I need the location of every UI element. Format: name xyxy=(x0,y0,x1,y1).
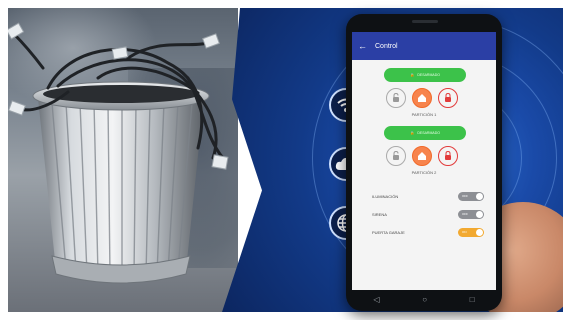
back-triangle-icon[interactable]: ◁ xyxy=(373,295,379,304)
trash-can-illustration xyxy=(8,22,229,284)
switch-state: OFF xyxy=(462,212,468,216)
arm-button-partition-1[interactable]: 🔒 DESARMADO xyxy=(384,68,466,82)
phone-speaker xyxy=(412,20,438,23)
smartphone: ← Control 🔒 DESARMADO PARTICIÓN 1 🔒 DESA… xyxy=(346,14,502,311)
home-lock-icon[interactable] xyxy=(412,146,432,166)
toggle-row-garage: PUERTA GARAJE ON xyxy=(372,228,484,237)
lock-row-partition-1 xyxy=(386,88,458,108)
arm-button-label: DESARMADO xyxy=(417,73,440,77)
android-nav-bar: ◁ ○ □ xyxy=(352,292,496,306)
home-lock-icon[interactable] xyxy=(412,88,432,108)
app-bar: ← Control xyxy=(352,32,496,60)
unlock-icon[interactable] xyxy=(386,88,406,108)
photo-collage: { "app": { "title": "Control", "back_ico… xyxy=(0,0,571,320)
lock-icon[interactable] xyxy=(438,146,458,166)
app-title: Control xyxy=(375,42,398,50)
toggle-row-lighting: ILUMINACIÓN OFF xyxy=(372,192,484,201)
lock-row-partition-2 xyxy=(386,146,458,166)
toggle-label: PUERTA GARAJE xyxy=(372,230,405,235)
garage-switch[interactable]: ON xyxy=(458,228,484,237)
recents-square-icon[interactable]: □ xyxy=(470,295,475,304)
home-circle-icon[interactable]: ○ xyxy=(422,295,427,304)
lighting-switch[interactable]: OFF xyxy=(458,192,484,201)
toggle-row-siren: SIRENA OFF xyxy=(372,210,484,219)
arm-button-label: DESARMADO xyxy=(417,131,440,135)
arm-button-partition-2[interactable]: 🔒 DESARMADO xyxy=(384,126,466,140)
back-arrow-icon[interactable]: ← xyxy=(358,41,367,51)
partition-name: PARTICIÓN 2 xyxy=(411,170,437,175)
switch-state: ON xyxy=(462,230,467,234)
partition-name: PARTICIÓN 1 xyxy=(411,112,437,117)
toggle-label: SIRENA xyxy=(372,212,387,217)
toggle-label: ILUMINACIÓN xyxy=(372,194,399,199)
lock-icon[interactable] xyxy=(438,88,458,108)
switch-state: OFF xyxy=(462,194,468,198)
unlock-icon[interactable] xyxy=(386,146,406,166)
lock-icon: 🔒 xyxy=(410,131,415,135)
lock-icon: 🔒 xyxy=(410,73,415,77)
siren-switch[interactable]: OFF xyxy=(458,210,484,219)
phone-screen: ← Control 🔒 DESARMADO PARTICIÓN 1 🔒 DESA… xyxy=(352,32,496,290)
